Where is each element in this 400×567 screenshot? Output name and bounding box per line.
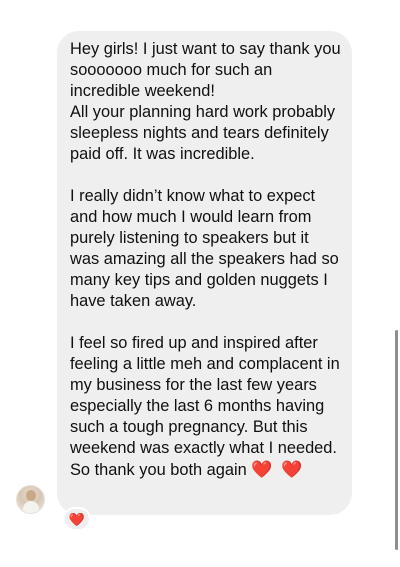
scrollbar[interactable] [395,330,398,550]
heart-icons: ❤️ ❤️ [251,460,305,479]
message-inspired: I feel so fired up and inspired after fe… [70,334,340,457]
avatar-body [23,501,39,513]
message-thanks: All your planning hard work probably sle… [70,103,336,163]
message-closing: So thank you both again ❤️ ❤️ [70,459,342,481]
heart-reaction-icon[interactable]: ❤️ [63,507,91,531]
sender-avatar[interactable] [16,485,45,514]
message-greeting: Hey girls! I just want to say thank you … [70,40,341,100]
message-bubble[interactable]: Hey girls! I just want to say thank you … [57,31,352,515]
message-closing-text: So thank you both again [70,461,247,479]
avatar-head [26,490,36,501]
chat-thread: Hey girls! I just want to say thank you … [0,0,400,567]
message-speakers: I really didn’t know what to expect and … [70,187,339,310]
